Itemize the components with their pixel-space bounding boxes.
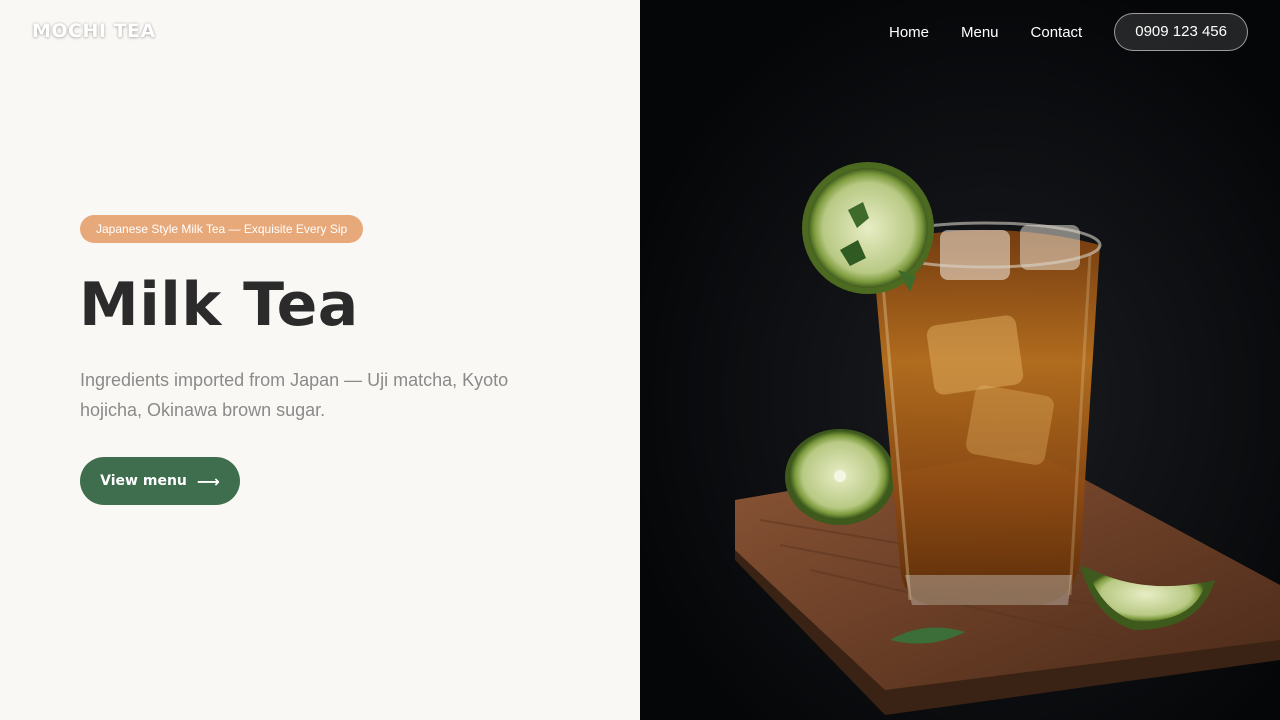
phone-button[interactable]: 0909 123 456 <box>1114 13 1248 51</box>
nav-home-link[interactable]: Home <box>889 24 929 41</box>
iced-tea-photo <box>640 0 1280 720</box>
arrow-right-icon: ⟶ <box>196 471 220 491</box>
top-navigation: Home Menu Contact 0909 123 456 <box>889 13 1248 51</box>
hero-left-panel: Japanese Style Milk Tea — Exquisite Ever… <box>0 0 640 720</box>
nav-menu-link[interactable]: Menu <box>961 24 999 41</box>
view-menu-button[interactable]: View menu ⟶ <box>80 457 240 505</box>
hero-title: Milk Tea <box>79 270 359 340</box>
hero-image <box>640 0 1280 720</box>
tagline-badge: Japanese Style Milk Tea — Exquisite Ever… <box>80 215 364 243</box>
view-menu-label: View menu <box>100 473 187 489</box>
lime-half-left <box>785 429 895 525</box>
hero-description: Ingredients imported from Japan — Uji ma… <box>80 370 509 420</box>
lime-slice-rim <box>802 162 934 294</box>
brand-logo[interactable]: MOCHI TEA <box>32 20 156 42</box>
nav-contact-link[interactable]: Contact <box>1031 24 1083 41</box>
